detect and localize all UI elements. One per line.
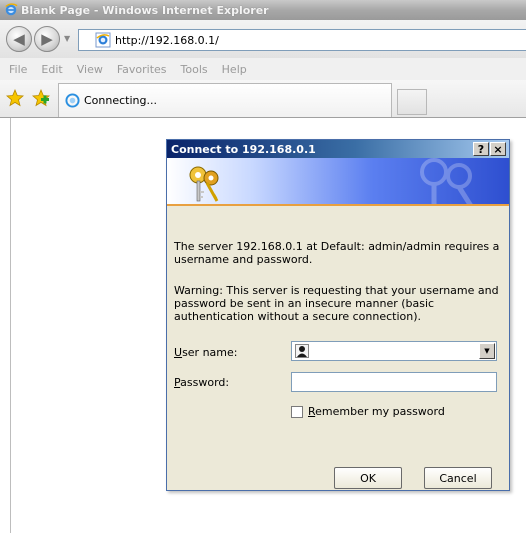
connect-dialog: Connect to 192.168.0.1 ? × The server 19…	[166, 139, 510, 491]
tab-label: Connecting...	[84, 94, 157, 107]
page-border	[10, 118, 11, 533]
help-button[interactable]: ?	[473, 142, 489, 156]
url-text: http://192.168.0.1/	[115, 33, 219, 47]
address-field[interactable]: http://192.168.0.1/	[78, 29, 526, 51]
remember-checkbox[interactable]	[291, 405, 303, 418]
menu-bar: File Edit View Favorites Tools Help	[0, 58, 526, 81]
dialog-titlebar: Connect to 192.168.0.1	[167, 140, 509, 158]
password-input[interactable]	[291, 372, 497, 392]
remember-password-option[interactable]: Remember my password	[291, 405, 445, 418]
auth-message: The server 192.168.0.1 at Default: admin…	[174, 240, 500, 266]
security-warning: Warning: This server is requesting that …	[174, 284, 499, 323]
menu-file[interactable]: File	[9, 63, 27, 76]
dialog-title: Connect to 192.168.0.1	[171, 142, 316, 156]
username-combobox[interactable]: ▼	[291, 341, 497, 361]
recent-pages-dropdown-icon[interactable]: ▼	[64, 34, 73, 43]
address-toolbar: ◀ ▶ ▼ http://192.168.0.1/	[0, 20, 526, 58]
loading-icon	[65, 93, 80, 108]
tab-connecting[interactable]: Connecting...	[58, 83, 392, 117]
dialog-banner	[167, 158, 509, 206]
favorites-tab-bar: Connecting...	[0, 80, 526, 118]
window-title: Blank Page - Windows Internet Explorer	[21, 3, 269, 17]
keys-icon	[189, 166, 219, 202]
ie-logo-icon	[5, 3, 18, 16]
password-label: Password:	[174, 376, 230, 389]
user-icon	[295, 344, 309, 358]
menu-edit[interactable]: Edit	[41, 63, 62, 76]
new-tab-button[interactable]	[397, 89, 427, 115]
menu-view[interactable]: View	[77, 63, 103, 76]
username-label: User name:	[174, 346, 238, 359]
remember-label: Remember my password	[308, 405, 445, 418]
favorites-star-icon[interactable]	[6, 89, 24, 107]
menu-favorites[interactable]: Favorites	[117, 63, 167, 76]
username-input[interactable]	[312, 343, 479, 359]
add-favorites-icon[interactable]	[32, 89, 50, 107]
ok-button[interactable]: OK	[334, 467, 402, 489]
menu-tools[interactable]: Tools	[181, 63, 208, 76]
close-button[interactable]: ×	[490, 142, 506, 156]
keys-watermark-icon	[420, 158, 473, 204]
window-titlebar: Blank Page - Windows Internet Explorer	[0, 0, 526, 20]
cancel-button[interactable]: Cancel	[424, 467, 492, 489]
back-button[interactable]: ◀	[6, 26, 32, 52]
menu-help[interactable]: Help	[222, 63, 247, 76]
forward-button[interactable]: ▶	[34, 26, 60, 52]
chevron-down-icon[interactable]: ▼	[479, 343, 495, 359]
ie-page-icon	[95, 32, 111, 48]
